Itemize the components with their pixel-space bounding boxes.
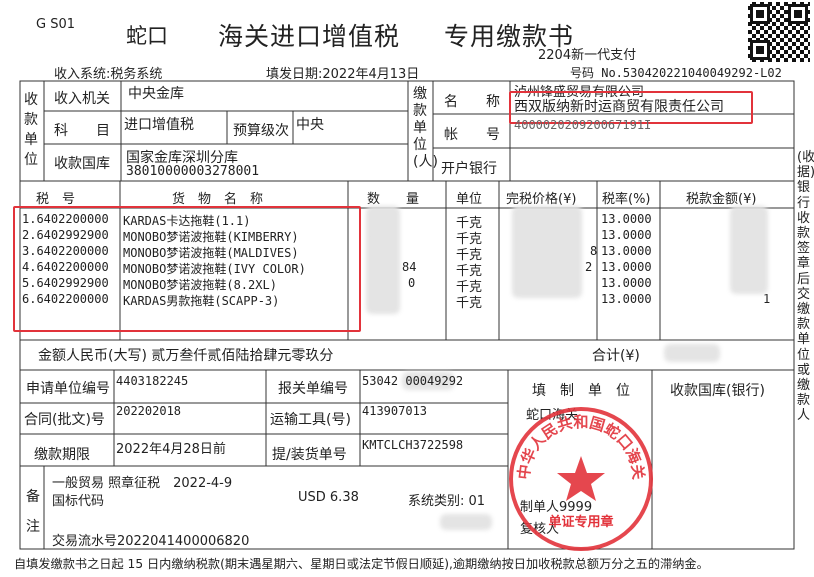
deadline-value: 2022年4月28日前 <box>116 442 226 457</box>
row-rate: 13.0000 <box>601 292 652 306</box>
contract-value: 202202018 <box>116 404 182 418</box>
row-unit: 千克 <box>456 296 483 311</box>
svg-text:单证专用章: 单证专用章 <box>548 514 613 530</box>
payer-name-label: 名 称 <box>444 94 500 110</box>
contract-label: 合同(批文)号 <box>24 412 105 428</box>
redaction-blur <box>366 206 400 314</box>
notes-flow-no: 交易流水号2022041400006820 <box>52 534 250 549</box>
total-label: 合计(¥) <box>592 348 640 364</box>
header-unit: 单位 <box>456 192 483 207</box>
goods-highlight <box>13 206 361 332</box>
payer-group-label: 缴款单位(人) <box>413 86 438 170</box>
redaction-blur <box>440 514 492 530</box>
header-goods-name: 货 物 名 称 <box>172 192 264 207</box>
payer-account-value: 400002020920067191I <box>514 118 652 132</box>
agency-label: 收入机关 <box>54 91 110 107</box>
declaration-label: 报关单编号 <box>278 381 348 397</box>
header-quantity: 数 量 <box>367 192 420 207</box>
customs-seal: 中华人民共和国蛇口海关 单证专用章 <box>509 407 653 551</box>
bill-value: KMTCLCH3722598 <box>362 438 464 452</box>
payer-bank-label: 开户银行 <box>441 161 497 177</box>
row-rate: 13.0000 <box>601 260 652 274</box>
account-label: 科 目 <box>54 123 110 139</box>
receiver-group-label: 收款单位 <box>24 92 38 168</box>
bill-label: 提/装货单号 <box>272 447 347 463</box>
transport-label: 运输工具(号) <box>270 412 351 428</box>
treasury-label: 收款国库 <box>54 156 110 172</box>
header-amount: 税款金额(¥) <box>686 192 757 207</box>
side-note: (收据)银行收款签章后交缴款单位或缴款人 <box>797 150 814 424</box>
payer-account-label: 帐 号 <box>444 127 500 143</box>
row-rate: 13.0000 <box>601 244 652 258</box>
budget-label: 预算级次 <box>233 123 289 139</box>
footer-note: 自填发缴款书之日起 15 日内缴纳税款(期末遇星期六、星期日或法定节假日顺延),… <box>14 557 709 571</box>
deadline-label: 缴款期限 <box>34 447 90 463</box>
declaration-value: 53042 00049292 <box>362 374 464 388</box>
header-price: 完税价格(¥) <box>506 192 577 207</box>
row-price: 2 <box>585 260 593 274</box>
filler-label: 填 制 单 位 <box>532 383 630 399</box>
transport-value: 413907013 <box>362 404 428 418</box>
notes-line-1: 一般贸易 照章征税 2022-4-9 <box>52 476 233 491</box>
row-rate: 13.0000 <box>601 276 652 290</box>
row-quantity: 84 <box>402 260 417 274</box>
row-quantity: 0 <box>408 276 416 290</box>
notes-currency: USD 6.38 <box>298 490 359 505</box>
applicant-value: 4403182245 <box>116 374 189 388</box>
agency-value: 中央金库 <box>128 86 184 102</box>
notes-line-2: 国标代码 <box>52 494 105 509</box>
redaction-blur <box>512 206 582 298</box>
account-value: 进口增值税 <box>124 117 194 133</box>
row-price: 8 <box>590 244 598 258</box>
redaction-blur <box>664 344 720 362</box>
row-rate: 13.0000 <box>601 228 652 242</box>
treasury-bank-label: 收款国库(银行) <box>670 383 765 399</box>
notes-category: 系统类别: 01 <box>408 494 486 509</box>
applicant-label: 申请单位编号 <box>26 381 110 397</box>
header-rate: 税率(%) <box>602 192 651 207</box>
treasury-account: 38010000003278001 <box>126 164 260 179</box>
row-amount: 1 <box>763 292 771 306</box>
header-tax-no: 税 号 <box>36 192 76 207</box>
notes-label: 备注 <box>26 489 40 535</box>
budget-value: 中央 <box>296 117 324 133</box>
row-rate: 13.0000 <box>601 212 652 226</box>
redaction-blur <box>730 206 768 294</box>
amount-in-words: 金额人民币(大写) 贰万叁仟贰佰陆拾肆元零玖分 <box>38 348 334 364</box>
